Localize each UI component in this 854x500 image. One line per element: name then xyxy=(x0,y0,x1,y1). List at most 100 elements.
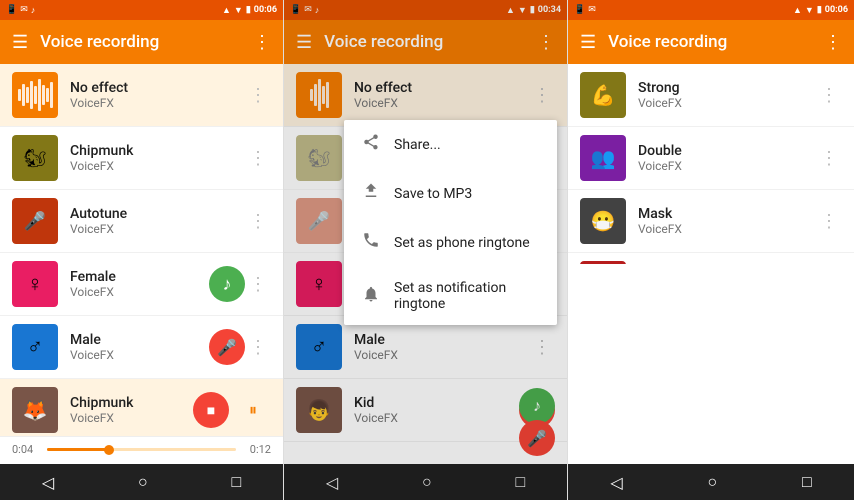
bell-icon xyxy=(362,285,380,308)
list-item-male[interactable]: ♂ Male VoiceFX 🎤 ⋮ xyxy=(0,316,283,379)
item-sub-no-effect: VoiceFX xyxy=(70,96,245,110)
overflow-menu-1[interactable]: ⋮ xyxy=(253,32,271,53)
wifi-icon: ▼ xyxy=(234,5,243,16)
context-menu-overlay[interactable]: Share... Save to MP3 Set as phone ringto… xyxy=(284,0,567,500)
panel-3: 📱 ✉ ▲ ▼ ▮ 00:06 ☰ Voice recording ⋮ 💪 St… xyxy=(568,0,854,500)
item-name-double: Double xyxy=(638,143,816,159)
list-item-drunk[interactable]: 🍻 Drunk VoiceFX ⋮ xyxy=(568,253,854,264)
male-icon: ♂ xyxy=(27,334,44,360)
thumb-mask: 😷 xyxy=(580,198,626,244)
toolbar-title-3: Voice recording xyxy=(608,32,812,52)
status-bar-1: 📱 ✉ ♪ ▲ ▼ ▮ 00:06 xyxy=(0,0,283,20)
more-strong[interactable]: ⋮ xyxy=(816,81,842,110)
seek-bar-1[interactable] xyxy=(47,448,236,451)
recents-btn-3[interactable]: □ xyxy=(778,464,836,500)
battery-icon: ▮ xyxy=(246,5,251,15)
share-label: Share... xyxy=(394,137,441,153)
strong-icon: 💪 xyxy=(591,83,616,107)
play-button-female[interactable]: ♪ xyxy=(209,266,245,302)
item-text-chipmunk2: Chipmunk VoiceFX xyxy=(70,395,187,425)
thumb-autotune: 🎤 xyxy=(12,198,58,244)
menu-icon-1[interactable]: ☰ xyxy=(12,32,28,53)
mic-button-male[interactable]: 🎤 xyxy=(209,329,245,365)
context-menu-phone-ringtone[interactable]: Set as phone ringtone xyxy=(344,218,557,267)
item-text-female: Female VoiceFX xyxy=(70,269,203,299)
thumb-male: ♂ xyxy=(12,324,58,370)
double-icon: 👥 xyxy=(591,146,616,170)
notification-ringtone-label: Set as notification ringtone xyxy=(394,280,539,312)
more-male[interactable]: ⋮ xyxy=(245,333,271,362)
save-mp3-label: Save to MP3 xyxy=(394,186,472,202)
item-name-chipmunk2: Chipmunk xyxy=(70,395,187,411)
battery-icon-3: ▮ xyxy=(817,5,822,15)
item-sub-strong: VoiceFX xyxy=(638,96,816,110)
female-icon: ♀ xyxy=(27,271,44,297)
item-name-autotune: Autotune xyxy=(70,206,245,222)
item-text-double: Double VoiceFX xyxy=(638,143,816,173)
time-3: 00:06 xyxy=(825,5,848,15)
list-item-chipmunk2[interactable]: 🦊 Chipmunk VoiceFX ■ ⏸ ⋮ xyxy=(0,379,283,436)
item-sub-male: VoiceFX xyxy=(70,348,203,362)
share-icon xyxy=(362,133,380,156)
list-item-mask[interactable]: 😷 Mask VoiceFX ⋮ xyxy=(568,190,854,253)
thumb-strong: 💪 xyxy=(580,72,626,118)
mask-icon: 😷 xyxy=(591,209,616,233)
seek-fill-1 xyxy=(47,448,109,451)
list-item-female[interactable]: ♀ Female VoiceFX ♪ ⋮ xyxy=(0,253,283,316)
more-no-effect[interactable]: ⋮ xyxy=(245,81,271,110)
item-text-chipmunk: Chipmunk VoiceFX xyxy=(70,143,245,173)
list-item-chipmunk[interactable]: 🐿 Chipmunk VoiceFX ⋮ xyxy=(0,127,283,190)
more-mask[interactable]: ⋮ xyxy=(816,207,842,236)
thumb-no-effect xyxy=(12,72,58,118)
list-item-no-effect[interactable]: No effect VoiceFX ⋮ xyxy=(0,64,283,127)
thumb-double: 👥 xyxy=(580,135,626,181)
notif-icon: ✉ xyxy=(20,5,28,15)
notif-icon-3: ✉ xyxy=(588,5,596,15)
item-name-mask: Mask xyxy=(638,206,816,222)
back-btn-1[interactable]: ◁ xyxy=(18,465,78,500)
sim-icon: 📱 xyxy=(6,5,17,15)
more-female[interactable]: ⋮ xyxy=(245,270,271,299)
context-menu-save-mp3[interactable]: Save to MP3 xyxy=(344,169,557,218)
time-1: 00:06 xyxy=(254,5,277,15)
list-item-autotune[interactable]: 🎤 Autotune VoiceFX ⋮ xyxy=(0,190,283,253)
home-btn-3[interactable]: ○ xyxy=(683,464,741,500)
playback-controls-1: 0:04 0:12 xyxy=(12,443,271,456)
time-start-1: 0:04 xyxy=(12,443,33,456)
context-menu-notification-ringtone[interactable]: Set as notification ringtone xyxy=(344,267,557,325)
item-sub-double: VoiceFX xyxy=(638,159,816,173)
list-item-double[interactable]: 👥 Double VoiceFX ⋮ xyxy=(568,127,854,190)
more-double[interactable]: ⋮ xyxy=(816,144,842,173)
signal-icon: ▲ xyxy=(222,5,231,16)
status-icons-left: 📱 ✉ ♪ xyxy=(6,5,35,16)
back-btn-3[interactable]: ◁ xyxy=(586,465,646,500)
pause-button-chipmunk2[interactable]: ⏸ xyxy=(235,392,271,428)
status-right-1: ▲ ▼ ▮ 00:06 xyxy=(222,5,277,16)
thumb-chipmunk: 🐿 xyxy=(12,135,58,181)
more-chipmunk[interactable]: ⋮ xyxy=(245,144,271,173)
overflow-menu-3[interactable]: ⋮ xyxy=(824,32,842,53)
item-text-no-effect: No effect VoiceFX xyxy=(70,80,245,110)
fox-icon: 🦊 xyxy=(23,398,48,422)
save-icon xyxy=(362,182,380,205)
panel-2: 📱 ✉ ♪ ▲ ▼ ▮ 00:34 ☰ Voice recording ⋮ xyxy=(284,0,568,500)
more-autotune[interactable]: ⋮ xyxy=(245,207,271,236)
chipmunk-icon: 🐿 xyxy=(24,148,47,169)
thumb-female: ♀ xyxy=(12,261,58,307)
playback-bar-1: 0:04 0:12 xyxy=(0,436,283,464)
context-menu-share[interactable]: Share... xyxy=(344,120,557,169)
list-item-strong[interactable]: 💪 Strong VoiceFX ⋮ xyxy=(568,64,854,127)
menu-icon-3[interactable]: ☰ xyxy=(580,32,596,53)
item-text-autotune: Autotune VoiceFX xyxy=(70,206,245,236)
wifi-icon-3: ▼ xyxy=(805,5,814,16)
autotune-icon: 🎤 xyxy=(24,211,46,232)
recents-btn-1[interactable]: □ xyxy=(207,464,265,500)
list-1: No effect VoiceFX ⋮ 🐿 Chipmunk VoiceFX ⋮… xyxy=(0,64,283,436)
stop-button-chipmunk2[interactable]: ■ xyxy=(193,392,229,428)
phone-ringtone-label: Set as phone ringtone xyxy=(394,235,530,251)
toolbar-1: ☰ Voice recording ⋮ xyxy=(0,20,283,64)
signal-icon-3: ▲ xyxy=(793,5,802,16)
home-btn-1[interactable]: ○ xyxy=(114,464,172,500)
nav-bar-3: ◁ ○ □ xyxy=(568,464,854,500)
item-name-male: Male xyxy=(70,332,203,348)
